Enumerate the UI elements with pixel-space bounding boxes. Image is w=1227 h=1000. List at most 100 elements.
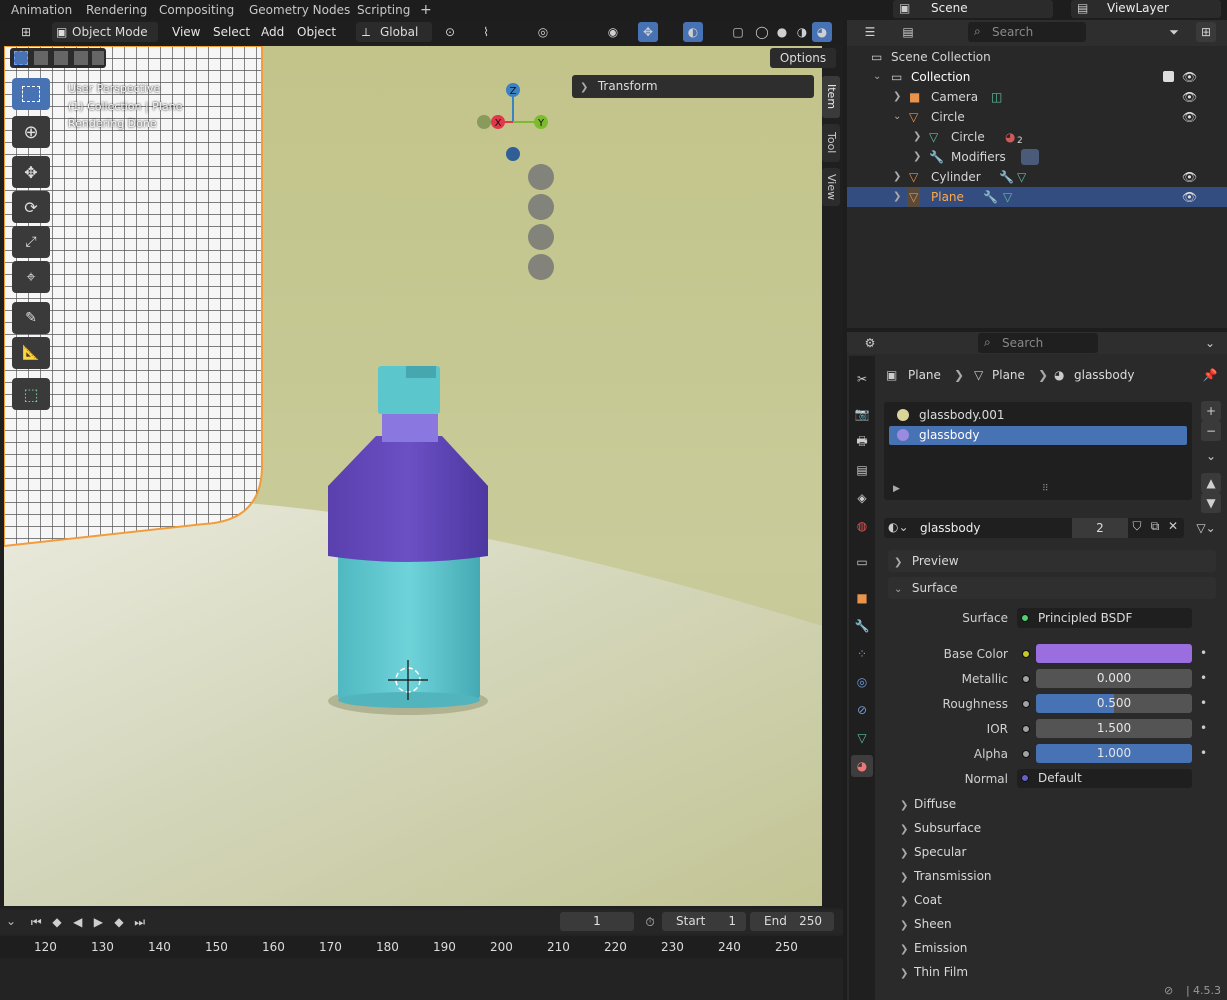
visibility-icon[interactable]: ◉ bbox=[603, 22, 623, 42]
material-tab-icon[interactable]: ◕ bbox=[851, 755, 873, 777]
link-type-icon[interactable]: ▽⌄ bbox=[1196, 518, 1216, 538]
outliner-row-cylinder[interactable]: ❯ ▽ Cylinder 🔧 ▽ bbox=[847, 167, 1227, 187]
mode-selector[interactable]: ▣ Object Mode bbox=[52, 22, 158, 42]
snap-icon[interactable]: ⌇ bbox=[476, 22, 496, 42]
options-button[interactable]: Options bbox=[770, 48, 836, 68]
metallic-field[interactable]: 0.000 bbox=[1036, 669, 1192, 688]
select-invert-icon[interactable] bbox=[74, 51, 88, 65]
xray-icon[interactable]: ▢ bbox=[728, 22, 748, 42]
emission-subpanel[interactable]: ❯ Emission bbox=[888, 937, 1216, 959]
fake-user-icon[interactable]: ⛉ bbox=[1128, 519, 1146, 534]
measure-tool[interactable]: 📐 bbox=[12, 337, 50, 369]
outliner-editor-icon[interactable]: ☰ bbox=[860, 22, 880, 42]
select-box-tool[interactable] bbox=[12, 78, 50, 110]
proportional-edit-icon[interactable]: ◎ bbox=[533, 22, 553, 42]
constraints-tab-icon[interactable]: ⊘ bbox=[851, 699, 873, 721]
pan-hand-icon[interactable] bbox=[528, 194, 554, 220]
eye-icon[interactable]: 👁 bbox=[1182, 67, 1222, 87]
annotate-tool[interactable]: ✎ bbox=[12, 302, 50, 334]
roughness-field[interactable]: 0.500 bbox=[1036, 694, 1192, 713]
chevron-right-icon[interactable]: ❯ bbox=[893, 167, 901, 187]
viewport-render[interactable] bbox=[4, 46, 822, 906]
wireframe-shading-icon[interactable]: ◯ bbox=[752, 22, 772, 42]
transform-panel[interactable]: ❯ Transform bbox=[572, 75, 814, 98]
new-collection-icon[interactable]: ⊞ bbox=[1196, 22, 1216, 42]
editor-type-icon[interactable]: ⊞ bbox=[16, 22, 36, 42]
transmission-subpanel[interactable]: ❯ Transmission bbox=[888, 865, 1216, 887]
select-intersect-icon[interactable] bbox=[92, 51, 104, 65]
chevron-down-icon[interactable]: ⌄ bbox=[873, 67, 881, 87]
zoom-icon[interactable] bbox=[528, 164, 554, 190]
list-expand-icon[interactable]: ▶ bbox=[893, 484, 900, 494]
select-subtract-icon[interactable] bbox=[54, 51, 68, 65]
jump-end-icon[interactable]: ⏭ bbox=[131, 912, 148, 932]
view-layer-selector[interactable]: ▤ ViewLayer bbox=[1071, 0, 1221, 18]
world-tab-icon[interactable]: ◍ bbox=[851, 515, 873, 537]
scale-tool[interactable]: ⤢ bbox=[12, 226, 50, 258]
output-tab-icon[interactable]: 🖶 bbox=[851, 431, 873, 453]
next-keyframe-icon[interactable]: ◆ bbox=[111, 912, 128, 932]
add-slot-icon[interactable]: + bbox=[1201, 401, 1221, 421]
scene-selector[interactable]: ▣ Scene bbox=[893, 0, 1053, 18]
neg-y-axis-handle[interactable] bbox=[477, 115, 491, 129]
play-reverse-icon[interactable]: ◀ bbox=[69, 912, 86, 932]
camera-view-icon[interactable] bbox=[528, 224, 554, 250]
normal-field[interactable]: Default bbox=[1017, 769, 1192, 788]
navigation-gizmo[interactable]: Z Y X bbox=[470, 78, 560, 288]
tab-animation[interactable]: Animation bbox=[11, 0, 72, 20]
physics-tab-icon[interactable]: ◎ bbox=[851, 671, 873, 693]
chevron-right-icon[interactable]: ❯ bbox=[893, 87, 901, 107]
jump-start-icon[interactable]: ⏮ bbox=[28, 912, 45, 932]
select-mode-group[interactable] bbox=[10, 48, 106, 68]
add-cube-tool[interactable]: ⬚ bbox=[12, 378, 50, 410]
select-extend-icon[interactable] bbox=[34, 51, 48, 65]
material-slot-selected[interactable]: glassbody bbox=[889, 426, 1187, 445]
keyframe-dot-icon[interactable]: • bbox=[1200, 721, 1207, 735]
menu-add[interactable]: Add bbox=[261, 24, 284, 40]
move-down-icon[interactable]: ▼ bbox=[1201, 493, 1221, 513]
chevron-down-icon[interactable]: ⌄ bbox=[1200, 333, 1220, 353]
sidetab-view[interactable]: View bbox=[822, 168, 840, 206]
outliner-search[interactable]: ⌕ Search bbox=[968, 22, 1086, 42]
outliner-row-modifiers[interactable]: ❯ 🔧 Modifiers bbox=[847, 147, 1227, 167]
solid-shading-icon[interactable]: ● bbox=[772, 22, 792, 42]
frame-ruler[interactable]: 120 130 140 150 160 170 180 190 200 210 … bbox=[0, 936, 843, 958]
modifier-tab-icon[interactable]: 🔧 bbox=[851, 615, 873, 637]
resize-handle-icon[interactable]: ⠿ bbox=[1042, 484, 1049, 494]
specular-subpanel[interactable]: ❯ Specular bbox=[888, 841, 1216, 863]
coat-subpanel[interactable]: ❯ Coat bbox=[888, 889, 1216, 911]
play-icon[interactable]: ▶ bbox=[90, 912, 107, 932]
menu-select[interactable]: Select bbox=[213, 24, 250, 40]
sidetab-tool[interactable]: Tool bbox=[822, 124, 840, 162]
value-socket-icon[interactable] bbox=[1022, 700, 1030, 708]
outliner-row-camera[interactable]: ❯ ■ Camera ◫ bbox=[847, 87, 1227, 107]
material-name[interactable]: glassbody bbox=[920, 521, 981, 535]
user-count[interactable]: 2 bbox=[1072, 518, 1128, 538]
keyframe-dot-icon[interactable]: • bbox=[1200, 671, 1207, 685]
thin-film-subpanel[interactable]: ❯ Thin Film bbox=[888, 961, 1216, 983]
value-socket-icon[interactable] bbox=[1022, 675, 1030, 683]
view-layer-tab-icon[interactable]: ▤ bbox=[851, 459, 873, 481]
keyframe-dot-icon[interactable]: • bbox=[1200, 746, 1207, 760]
remove-slot-icon[interactable]: − bbox=[1201, 421, 1221, 441]
outliner-row-circle-mesh[interactable]: ❯ ▽ Circle ◕ 2 bbox=[847, 127, 1227, 147]
display-mode-icon[interactable]: ▤ bbox=[898, 22, 918, 42]
duplicate-icon[interactable]: ⧉ bbox=[1146, 519, 1164, 534]
object-tab-icon[interactable]: ■ bbox=[851, 587, 873, 609]
diffuse-subpanel[interactable]: ❯ Diffuse bbox=[888, 793, 1216, 815]
prev-keyframe-icon[interactable]: ◆ bbox=[49, 912, 66, 932]
outliner-row-circle[interactable]: ⌄ ▽ Circle bbox=[847, 107, 1227, 127]
surface-panel-header[interactable]: ⌄ Surface bbox=[888, 577, 1216, 599]
tool-tab-icon[interactable]: ✂ bbox=[851, 368, 873, 390]
value-socket-icon[interactable] bbox=[1022, 750, 1030, 758]
value-socket-icon[interactable] bbox=[1022, 725, 1030, 733]
stopwatch-icon[interactable]: ⏱ bbox=[640, 912, 660, 932]
surface-shader-field[interactable]: Principled BSDF bbox=[1017, 608, 1192, 628]
outliner-row-scene-collection[interactable]: ▭ Scene Collection bbox=[847, 47, 1227, 67]
subsurface-subpanel[interactable]: ❯ Subsurface bbox=[888, 817, 1216, 839]
material-slot[interactable]: glassbody.001 bbox=[889, 405, 1187, 425]
ior-field[interactable]: 1.500 bbox=[1036, 719, 1192, 738]
scene-tab-icon[interactable]: ◈ bbox=[851, 487, 873, 509]
tab-geometry-nodes[interactable]: Geometry Nodes bbox=[249, 0, 350, 20]
sidetab-item[interactable]: Item bbox=[822, 76, 840, 118]
